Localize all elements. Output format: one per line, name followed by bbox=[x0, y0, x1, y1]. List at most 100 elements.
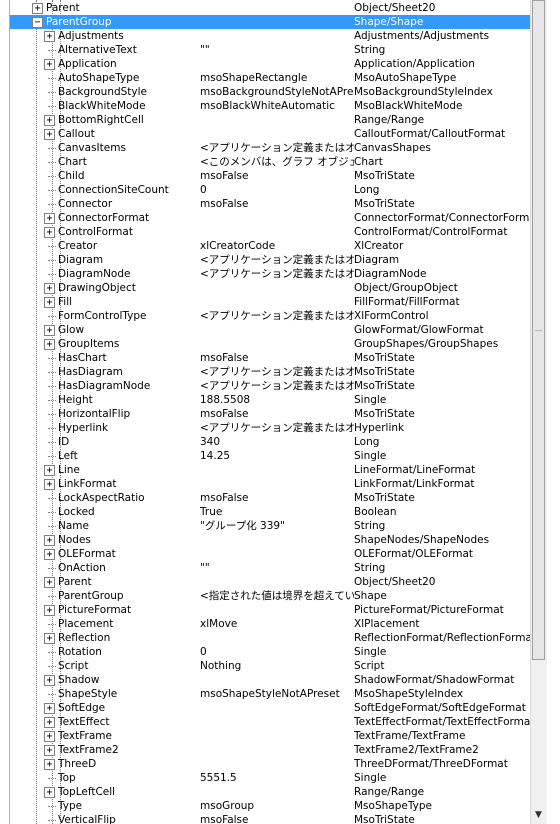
tree-row[interactable]: Hyperlink<アプリケーション定義またはオブジェクト定義のエラーです。>H… bbox=[10, 421, 530, 435]
property-value[interactable]: msoFalse bbox=[200, 197, 354, 211]
tree-row[interactable]: BackgroundStyle msoBackgroundStyleNotAPre… bbox=[10, 85, 530, 99]
tree-row[interactable]: OnAction "" String bbox=[10, 561, 530, 575]
tree-row[interactable]: + Line LineFormat/LineFormat bbox=[10, 463, 530, 477]
property-value[interactable]: <アプリケーション定義またはオブジェクト定義のエラーです。> bbox=[200, 379, 354, 393]
expand-icon[interactable]: + bbox=[44, 31, 55, 42]
tree-row[interactable]: HasDiagram <アプリケーション定義またはオブジェクト定義のエラーです。>… bbox=[10, 365, 530, 379]
tree-row[interactable]: Script Nothing Script bbox=[10, 659, 530, 673]
collapse-icon[interactable]: − bbox=[32, 17, 43, 28]
expand-icon[interactable]: + bbox=[44, 465, 55, 476]
property-value[interactable]: <アプリケーション定義またはオブジェクト定義のエラーです。> bbox=[200, 421, 354, 435]
tree-row[interactable]: AutoShapeType msoShapeRectangle MsoAutoSha… bbox=[10, 71, 530, 85]
expand-icon[interactable]: + bbox=[44, 59, 55, 70]
tree-row[interactable]: LockAspectRatio msoFalse MsoTriState bbox=[10, 491, 530, 505]
property-value[interactable]: 14.25 bbox=[200, 449, 354, 463]
property-value[interactable]: 0 bbox=[200, 645, 354, 659]
tree-row[interactable]: Connector msoFalse MsoTriState bbox=[10, 197, 530, 211]
tree-row[interactable]: + ConnectorFormat ConnectorFormat/Connecto… bbox=[10, 211, 530, 225]
property-value[interactable]: msoFalse bbox=[200, 491, 354, 505]
expand-icon[interactable]: + bbox=[44, 283, 55, 294]
property-value[interactable]: <指定された値は境界を超えています。> bbox=[200, 589, 354, 603]
expand-icon[interactable]: + bbox=[44, 325, 55, 336]
property-value[interactable]: 188.5508 bbox=[200, 393, 354, 407]
property-value[interactable]: msoGroup bbox=[200, 799, 354, 813]
tree-row[interactable]: Child msoFalse MsoTriState bbox=[10, 169, 530, 183]
tree-row[interactable]: + PictureFormat PictureFormat/PictureForma… bbox=[10, 603, 530, 617]
expand-icon[interactable]: + bbox=[44, 129, 55, 140]
property-value[interactable]: msoShapeRectangle bbox=[200, 71, 354, 85]
tree-row[interactable]: + Fill FillFormat/FillFormat bbox=[10, 295, 530, 309]
tree-row[interactable]: + ThreeD ThreeDFormat/ThreeDFormat bbox=[10, 757, 530, 771]
tree-row[interactable]: + TopLeftCell Range/Range bbox=[10, 785, 530, 799]
property-value[interactable]: msoBackgroundStyleNotAPreset bbox=[200, 85, 354, 99]
tree-row[interactable]: Name "グループ化 339" String bbox=[10, 519, 530, 533]
property-value[interactable]: <アプリケーション定義またはオブジェクト定義のエラーです。> bbox=[200, 141, 354, 155]
tree-row[interactable]: + Parent Object/Sheet20 bbox=[10, 575, 530, 589]
tree-row[interactable]: Chart<このメンバは、グラフ オブジェクトにのみ有効です。>Chart bbox=[10, 155, 530, 169]
property-value[interactable]: msoFalse bbox=[200, 169, 354, 183]
property-value[interactable]: <アプリケーション定義またはオブジェクト定義のエラーです。> bbox=[200, 309, 354, 323]
tree-row[interactable]: + LinkFormat LinkFormat/LinkFormat bbox=[10, 477, 530, 491]
property-value[interactable]: xlMove bbox=[200, 617, 354, 631]
tree-row[interactable]: BlackWhiteMode msoBlackWhiteAutomatic MsoB… bbox=[10, 99, 530, 113]
tree-row[interactable]: + Callout CalloutFormat/CalloutFormat bbox=[10, 127, 530, 141]
tree-row[interactable]: + Parent Object/Sheet20 bbox=[10, 1, 530, 15]
tree-row[interactable]: DiagramNode<アプリケーション定義またはオブジェクト定義のエラーです。… bbox=[10, 267, 530, 281]
tree-row[interactable]: CanvasItems <アプリケーション定義またはオブジェクト定義のエラーです。… bbox=[10, 141, 530, 155]
property-value[interactable]: 0 bbox=[200, 183, 354, 197]
property-value[interactable]: True bbox=[200, 505, 354, 519]
expand-icon[interactable]: + bbox=[44, 549, 55, 560]
property-value[interactable]: msoShapeStyleNotAPreset bbox=[200, 687, 354, 701]
property-value[interactable]: "" bbox=[200, 561, 354, 575]
expand-icon[interactable]: + bbox=[44, 675, 55, 686]
tree-row[interactable]: Placement xlMove XlPlacement bbox=[10, 617, 530, 631]
tree-row[interactable]: Diagram<アプリケーション定義またはオブジェクト定義のエラーです。>Dia… bbox=[10, 253, 530, 267]
tree-row[interactable]: FormControlType <アプリケーション定義またはオブジェクト定義のエラ… bbox=[10, 309, 530, 323]
tree-row[interactable]: + BottomRightCell Range/Range bbox=[10, 113, 530, 127]
property-value[interactable]: "グループ化 339" bbox=[200, 519, 354, 533]
expand-icon[interactable]: + bbox=[44, 731, 55, 742]
property-value[interactable]: <アプリケーション定義またはオブジェクト定義のエラーです。> bbox=[200, 253, 354, 267]
property-value[interactable]: msoFalse bbox=[200, 351, 354, 365]
tree-row[interactable]: Top 5551.5 Single bbox=[10, 771, 530, 785]
tree-row[interactable]: + OLEFormat OLEFormat/OLEFormat bbox=[10, 547, 530, 561]
tree-row[interactable]: Type msoGroup MsoShapeType bbox=[10, 799, 530, 813]
tree-row[interactable]: AlternativeText "" String bbox=[10, 43, 530, 57]
tree-row[interactable]: + Shadow ShadowFormat/ShadowFormat bbox=[10, 673, 530, 687]
tree-row[interactable]: + GroupItems GroupShapes/GroupShapes bbox=[10, 337, 530, 351]
tree-row[interactable]: HasDiagramNode <アプリケーション定義またはオブジェクト定義のエラー… bbox=[10, 379, 530, 393]
tree-row[interactable]: + TextFrame2 TextFrame2/TextFrame2 bbox=[10, 743, 530, 757]
tree-row[interactable]: + ControlFormat ControlFormat/ControlForma… bbox=[10, 225, 530, 239]
tree-row[interactable]: ID 340 Long bbox=[10, 435, 530, 449]
property-value[interactable]: Nothing bbox=[200, 659, 354, 673]
expand-icon[interactable]: + bbox=[44, 745, 55, 756]
tree-row[interactable]: + DrawingObject Object/GroupObject bbox=[10, 281, 530, 295]
property-value[interactable]: xlCreatorCode bbox=[200, 239, 354, 253]
tree-row[interactable]: + Glow GlowFormat/GlowFormat bbox=[10, 323, 530, 337]
property-value[interactable]: <アプリケーション定義またはオブジェクト定義のエラーです。> bbox=[200, 267, 354, 281]
tree-row[interactable]: + Application Application/Application bbox=[10, 57, 530, 71]
tree-row[interactable]: HasChart msoFalse MsoTriState bbox=[10, 351, 530, 365]
tree-row[interactable]: Creator xlCreatorCode XlCreator bbox=[10, 239, 530, 253]
tree-row[interactable]: + Adjustments Adjustments/Adjustments bbox=[10, 29, 530, 43]
property-value[interactable]: msoBlackWhiteAutomatic bbox=[200, 99, 354, 113]
property-value[interactable]: <このメンバは、グラフ オブジェクトにのみ有効です。> bbox=[200, 155, 354, 169]
expand-icon[interactable]: + bbox=[44, 759, 55, 770]
tree-row[interactable]: + TextFrame TextFrame/TextFrame bbox=[10, 729, 530, 743]
expand-icon[interactable]: + bbox=[44, 717, 55, 728]
property-value[interactable]: 340 bbox=[200, 435, 354, 449]
tree-row[interactable]: ConnectionSiteCount 0 Long bbox=[10, 183, 530, 197]
expand-icon[interactable]: + bbox=[44, 605, 55, 616]
expand-icon[interactable]: + bbox=[44, 535, 55, 546]
expand-icon[interactable]: + bbox=[44, 479, 55, 490]
expand-icon[interactable]: + bbox=[44, 213, 55, 224]
tree-row[interactable]: Left 14.25 Single bbox=[10, 449, 530, 463]
tree-row[interactable]: + TextEffect TextEffectFormat/TextEffectFo… bbox=[10, 715, 530, 729]
expand-icon[interactable]: + bbox=[44, 297, 55, 308]
expand-icon[interactable]: + bbox=[44, 787, 55, 798]
tree-row[interactable]: Locked True Boolean bbox=[10, 505, 530, 519]
tree-row[interactable]: HorizontalFlip msoFalse MsoTriState bbox=[10, 407, 530, 421]
expand-icon[interactable]: + bbox=[44, 703, 55, 714]
property-value[interactable]: <アプリケーション定義またはオブジェクト定義のエラーです。> bbox=[200, 365, 354, 379]
property-value[interactable]: 5551.5 bbox=[200, 771, 354, 785]
